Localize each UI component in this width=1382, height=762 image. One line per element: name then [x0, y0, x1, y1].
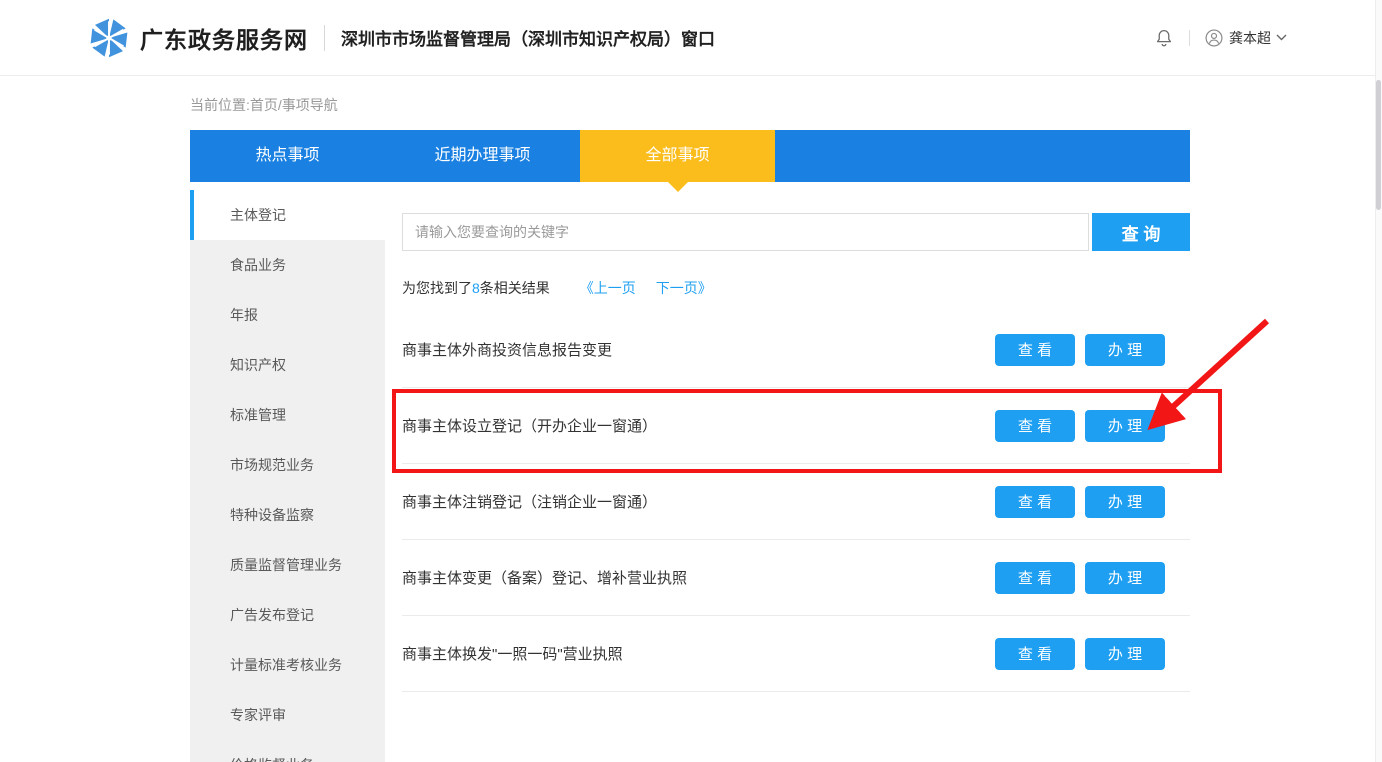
sidebar-item-annual-report[interactable]: 年报 [190, 290, 385, 340]
service-list: 商事主体外商投资信息报告变更 查 看 办 理 商事主体设立登记（开办企业一窗通）… [402, 312, 1190, 692]
sidebar-item-intellectual-property[interactable]: 知识产权 [190, 340, 385, 390]
sidebar-item-standard-management[interactable]: 标准管理 [190, 390, 385, 440]
header-divider [1189, 30, 1190, 46]
service-row-license-renewal: 商事主体换发"一照一码"营业执照 查 看 办 理 [402, 616, 1190, 692]
sidebar-item-special-equipment[interactable]: 特种设备监察 [190, 490, 385, 540]
brand-divider [324, 25, 325, 51]
category-sidebar: 主体登记 食品业务 年报 知识产权 标准管理 市场规范业务 特种设备监察 质量监… [190, 190, 385, 762]
tab-recent-items[interactable]: 近期办理事项 [385, 130, 580, 182]
user-menu[interactable]: 龚本超 [1204, 28, 1287, 48]
service-title: 商事主体换发"一照一码"营业执照 [402, 643, 623, 664]
handle-button[interactable]: 办 理 [1085, 334, 1165, 366]
tab-hot-items[interactable]: 热点事项 [190, 130, 385, 182]
handle-button[interactable]: 办 理 [1085, 410, 1165, 442]
results-prefix: 为您找到了 [402, 280, 472, 296]
header-brand-group: 广东政务服务网 深圳市市场监督管理局（深圳市知识产权局）窗口 [88, 17, 715, 59]
user-name: 龚本超 [1229, 28, 1271, 48]
pager: 《上一页 下一页》 [580, 280, 712, 296]
service-actions: 查 看 办 理 [995, 638, 1165, 670]
view-button[interactable]: 查 看 [995, 486, 1075, 518]
service-actions: 查 看 办 理 [995, 334, 1165, 366]
notification-bell-icon[interactable] [1153, 27, 1175, 49]
next-page-link[interactable]: 下一页》 [656, 280, 712, 296]
results-suffix: 条相关结果 [480, 280, 550, 296]
service-row-foreign-investment-report: 商事主体外商投资信息报告变更 查 看 办 理 [402, 312, 1190, 388]
brand-title: 广东政务服务网 [140, 21, 308, 55]
service-title: 商事主体注销登记（注销企业一窗通） [402, 491, 657, 512]
service-title: 商事主体外商投资信息报告变更 [402, 339, 612, 360]
guangdong-gov-logo-icon [88, 17, 130, 59]
sidebar-item-metrology-standards[interactable]: 计量标准考核业务 [190, 640, 385, 690]
header-user-area: 龚本超 [1153, 27, 1287, 49]
window-title: 深圳市市场监督管理局（深圳市知识产权局）窗口 [341, 25, 715, 50]
handle-button[interactable]: 办 理 [1085, 486, 1165, 518]
results-count: 8 [472, 280, 480, 296]
service-actions: 查 看 办 理 [995, 410, 1165, 442]
main-content: 查 询 为您找到了8条相关结果 《上一页 下一页》 商事主体外商投资信息报告变更 查… [402, 190, 1190, 692]
vertical-scrollbar[interactable] [1375, 0, 1382, 762]
view-button[interactable]: 查 看 [995, 638, 1075, 670]
sidebar-item-partial[interactable]: 价格监督业务 [190, 740, 385, 762]
sidebar-item-quality-supervision[interactable]: 质量监督管理业务 [190, 540, 385, 590]
service-row-deregistration: 商事主体注销登记（注销企业一窗通） 查 看 办 理 [402, 464, 1190, 540]
tab-bar: 热点事项 近期办理事项 全部事项 [190, 130, 1190, 182]
search-button[interactable]: 查 询 [1092, 213, 1190, 251]
search-input[interactable] [402, 213, 1089, 251]
sidebar-item-expert-review[interactable]: 专家评审 [190, 690, 385, 740]
scrollbar-thumb[interactable] [1376, 80, 1381, 210]
header: 广东政务服务网 深圳市市场监督管理局（深圳市知识产权局）窗口 龚本超 [0, 0, 1382, 76]
search-bar: 查 询 [402, 213, 1190, 251]
service-title: 商事主体变更（备案）登记、增补营业执照 [402, 567, 687, 588]
breadcrumb: 当前位置:首页/事项导航 [190, 95, 338, 115]
view-button[interactable]: 查 看 [995, 334, 1075, 366]
service-row-change-registration: 商事主体变更（备案）登记、增补营业执照 查 看 办 理 [402, 540, 1190, 616]
service-actions: 查 看 办 理 [995, 486, 1165, 518]
handle-button[interactable]: 办 理 [1085, 638, 1165, 670]
chevron-down-icon [1276, 34, 1287, 41]
sidebar-item-market-regulation[interactable]: 市场规范业务 [190, 440, 385, 490]
user-avatar-icon [1204, 28, 1224, 48]
tab-all-items[interactable]: 全部事项 [580, 130, 775, 182]
service-actions: 查 看 办 理 [995, 562, 1165, 594]
service-row-establishment-registration: 商事主体设立登记（开办企业一窗通） 查 看 办 理 [402, 388, 1190, 464]
service-title: 商事主体设立登记（开办企业一窗通） [402, 415, 657, 436]
sidebar-item-food-business[interactable]: 食品业务 [190, 240, 385, 290]
handle-button[interactable]: 办 理 [1085, 562, 1165, 594]
view-button[interactable]: 查 看 [995, 410, 1075, 442]
prev-page-link[interactable]: 《上一页 [580, 280, 636, 296]
sidebar-item-ad-publishing[interactable]: 广告发布登记 [190, 590, 385, 640]
view-button[interactable]: 查 看 [995, 562, 1075, 594]
sidebar-item-subject-registration[interactable]: 主体登记 [190, 190, 385, 240]
results-summary: 为您找到了8条相关结果 《上一页 下一页》 [402, 278, 1190, 298]
